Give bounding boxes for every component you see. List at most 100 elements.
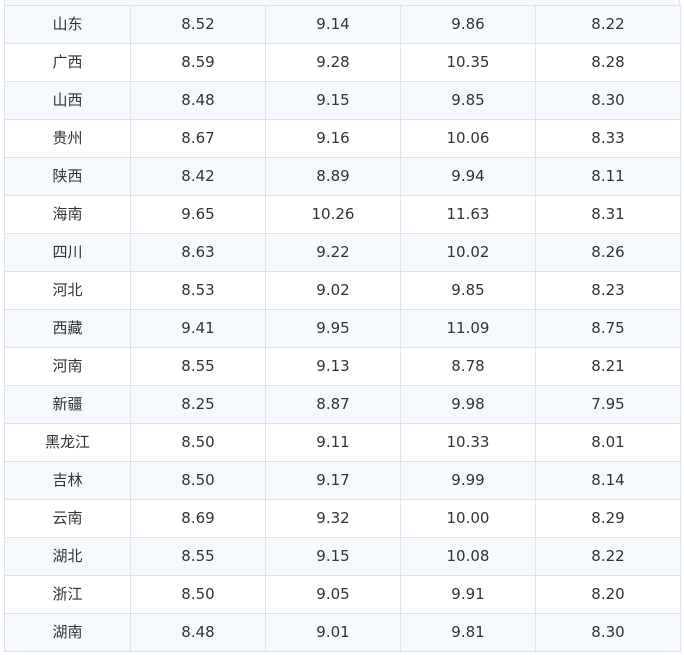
value-cell-1: 8.69 bbox=[130, 499, 266, 538]
value-cell-4: 8.21 bbox=[535, 347, 681, 386]
value-cell-4: 8.33 bbox=[535, 119, 681, 158]
value-cell-3: 10.35 bbox=[400, 43, 536, 82]
value-cell-3: 10.33 bbox=[400, 423, 536, 462]
value-cell-4: 8.22 bbox=[535, 537, 681, 576]
value-cell-2: 9.15 bbox=[265, 81, 401, 120]
region-cell: 山西 bbox=[4, 81, 131, 120]
value-cell-4: 8.01 bbox=[535, 423, 681, 462]
value-cell-2: 10.26 bbox=[265, 195, 401, 234]
value-cell-2: 9.28 bbox=[265, 43, 401, 82]
value-cell-2: 9.02 bbox=[265, 271, 401, 310]
value-cell-1: 8.48 bbox=[130, 81, 266, 120]
region-cell: 吉林 bbox=[4, 461, 131, 500]
region-cell: 湖北 bbox=[4, 537, 131, 576]
value-cell-2: 8.87 bbox=[265, 385, 401, 424]
table-row: 新疆 8.25 8.87 9.98 7.95 bbox=[4, 385, 681, 424]
value-cell-3: 10.06 bbox=[400, 119, 536, 158]
value-cell-2: 9.17 bbox=[265, 461, 401, 500]
value-cell-2: 8.89 bbox=[265, 157, 401, 196]
value-cell-2: 9.15 bbox=[265, 537, 401, 576]
value-cell-1: 8.25 bbox=[130, 385, 266, 424]
value-cell-3: 9.99 bbox=[400, 461, 536, 500]
table-row: 山东 8.52 9.14 9.86 8.22 bbox=[4, 5, 681, 44]
value-cell-1: 8.55 bbox=[130, 537, 266, 576]
region-cell: 黑龙江 bbox=[4, 423, 131, 462]
value-cell-4: 8.11 bbox=[535, 157, 681, 196]
region-cell: 新疆 bbox=[4, 385, 131, 424]
region-cell: 贵州 bbox=[4, 119, 131, 158]
value-cell-3: 9.86 bbox=[400, 5, 536, 44]
value-cell-1: 8.50 bbox=[130, 461, 266, 500]
value-cell-3: 9.98 bbox=[400, 385, 536, 424]
value-cell-4: 8.30 bbox=[535, 81, 681, 120]
table-row: 湖南 8.48 9.01 9.81 8.30 bbox=[4, 613, 681, 652]
table-row: 河北 8.53 9.02 9.85 8.23 bbox=[4, 271, 681, 310]
value-cell-1: 8.42 bbox=[130, 157, 266, 196]
value-cell-2: 9.05 bbox=[265, 575, 401, 614]
value-cell-1: 8.67 bbox=[130, 119, 266, 158]
region-cell: 河北 bbox=[4, 271, 131, 310]
value-cell-1: 8.48 bbox=[130, 613, 266, 652]
table-row: 浙江 8.50 9.05 9.91 8.20 bbox=[4, 575, 681, 614]
value-cell-4: 7.95 bbox=[535, 385, 681, 424]
value-cell-3: 9.91 bbox=[400, 575, 536, 614]
value-cell-3: 9.85 bbox=[400, 271, 536, 310]
table-row: 山西 8.48 9.15 9.85 8.30 bbox=[4, 81, 681, 120]
table-row: 广西 8.59 9.28 10.35 8.28 bbox=[4, 43, 681, 82]
value-cell-4: 8.29 bbox=[535, 499, 681, 538]
value-cell-4: 8.20 bbox=[535, 575, 681, 614]
value-cell-3: 9.81 bbox=[400, 613, 536, 652]
value-cell-4: 8.22 bbox=[535, 5, 681, 44]
value-cell-2: 9.13 bbox=[265, 347, 401, 386]
value-cell-2: 9.01 bbox=[265, 613, 401, 652]
value-cell-1: 9.65 bbox=[130, 195, 266, 234]
table-row: 海南 9.65 10.26 11.63 8.31 bbox=[4, 195, 681, 234]
region-cell: 云南 bbox=[4, 499, 131, 538]
table-row: 贵州 8.67 9.16 10.06 8.33 bbox=[4, 119, 681, 158]
value-cell-1: 8.50 bbox=[130, 423, 266, 462]
table-body: 山东 8.52 9.14 9.86 8.22 广西 8.59 9.28 10.35 8.28 山西 8… bbox=[4, 5, 681, 652]
value-cell-4: 8.31 bbox=[535, 195, 681, 234]
value-cell-1: 9.41 bbox=[130, 309, 266, 348]
table-row: 湖北 8.55 9.15 10.08 8.22 bbox=[4, 537, 681, 576]
value-cell-2: 9.14 bbox=[265, 5, 401, 44]
table-row: 河南 8.55 9.13 8.78 8.21 bbox=[4, 347, 681, 386]
region-cell: 山东 bbox=[4, 5, 131, 44]
value-cell-3: 11.63 bbox=[400, 195, 536, 234]
table-row: 四川 8.63 9.22 10.02 8.26 bbox=[4, 233, 681, 272]
region-cell: 四川 bbox=[4, 233, 131, 272]
value-cell-1: 8.52 bbox=[130, 5, 266, 44]
value-cell-2: 9.11 bbox=[265, 423, 401, 462]
value-cell-1: 8.50 bbox=[130, 575, 266, 614]
region-cell: 河南 bbox=[4, 347, 131, 386]
value-cell-3: 8.78 bbox=[400, 347, 536, 386]
value-cell-2: 9.16 bbox=[265, 119, 401, 158]
value-cell-4: 8.28 bbox=[535, 43, 681, 82]
table-row: 黑龙江 8.50 9.11 10.33 8.01 bbox=[4, 423, 681, 462]
table-row: 吉林 8.50 9.17 9.99 8.14 bbox=[4, 461, 681, 500]
value-cell-2: 9.95 bbox=[265, 309, 401, 348]
region-cell: 西藏 bbox=[4, 309, 131, 348]
table-row: 西藏 9.41 9.95 11.09 8.75 bbox=[4, 309, 681, 348]
value-cell-4: 8.26 bbox=[535, 233, 681, 272]
value-cell-3: 11.09 bbox=[400, 309, 536, 348]
value-cell-3: 10.02 bbox=[400, 233, 536, 272]
region-cell: 湖南 bbox=[4, 613, 131, 652]
value-cell-3: 10.08 bbox=[400, 537, 536, 576]
table-row: 云南 8.69 9.32 10.00 8.29 bbox=[4, 499, 681, 538]
price-table: 山东 8.52 9.14 9.86 8.22 广西 8.59 9.28 10.35 8.28 山西 8… bbox=[4, 5, 681, 652]
value-cell-3: 9.94 bbox=[400, 157, 536, 196]
value-cell-1: 8.63 bbox=[130, 233, 266, 272]
region-cell: 广西 bbox=[4, 43, 131, 82]
value-cell-1: 8.59 bbox=[130, 43, 266, 82]
price-table-container: 山东 8.52 9.14 9.86 8.22 广西 8.59 9.28 10.35 8.28 山西 8… bbox=[4, 5, 681, 652]
value-cell-1: 8.53 bbox=[130, 271, 266, 310]
value-cell-3: 9.85 bbox=[400, 81, 536, 120]
value-cell-4: 8.30 bbox=[535, 613, 681, 652]
value-cell-2: 9.22 bbox=[265, 233, 401, 272]
region-cell: 陕西 bbox=[4, 157, 131, 196]
table-row: 陕西 8.42 8.89 9.94 8.11 bbox=[4, 157, 681, 196]
value-cell-4: 8.75 bbox=[535, 309, 681, 348]
value-cell-3: 10.00 bbox=[400, 499, 536, 538]
value-cell-2: 9.32 bbox=[265, 499, 401, 538]
